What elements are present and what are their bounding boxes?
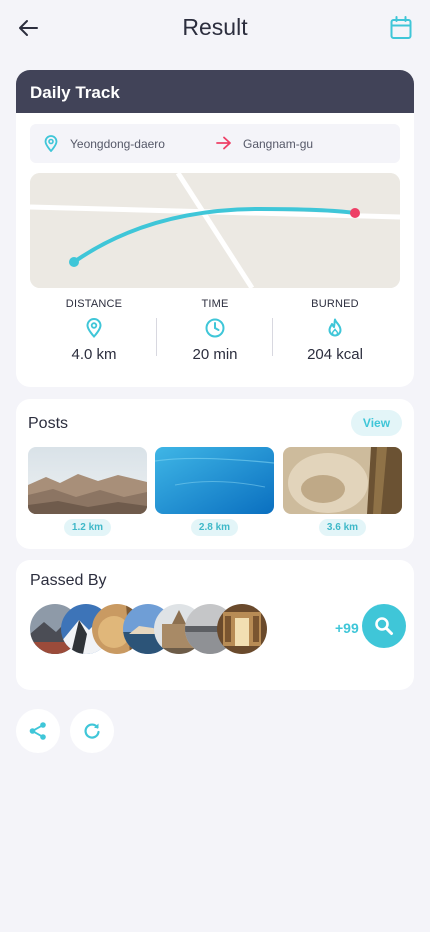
post-item[interactable]: 3.6 km [283, 447, 402, 536]
post-distance-badge: 1.2 km [64, 519, 111, 536]
posts-title: Posts [28, 415, 69, 432]
stat-burned-value: 204 kcal [307, 346, 363, 363]
flame-icon [324, 317, 346, 339]
route-summary: Yeongdong-daero Gangnam-gu [30, 124, 400, 163]
stat-time-value: 20 min [192, 346, 238, 363]
arrow-right-icon [216, 136, 232, 155]
route-end: Gangnam-gu [243, 137, 314, 151]
search-icon [375, 617, 393, 635]
post-distance-badge: 2.8 km [191, 519, 238, 536]
route-start: Yeongdong-daero [70, 137, 165, 151]
share-icon [29, 722, 46, 740]
stat-time-label: TIME [201, 298, 229, 310]
view-posts-button[interactable]: View [351, 410, 402, 436]
stat-distance: DISTANCE 4.0 km [36, 298, 152, 363]
page-title: Result [182, 14, 248, 40]
more-count: +99 [335, 620, 359, 636]
post-item[interactable]: 2.8 km [155, 447, 274, 536]
location-pin-icon [44, 135, 58, 157]
divider [272, 318, 273, 356]
daily-track-card: Daily Track Yeongdong-daero Gangnam-gu D… [16, 70, 414, 387]
clock-icon [204, 317, 226, 339]
search-button[interactable] [362, 604, 406, 648]
route-start-marker [69, 257, 79, 267]
route-map[interactable] [30, 173, 400, 288]
track-stats: DISTANCE 4.0 km TIME 20 min BURNED 204 k… [16, 298, 414, 378]
post-item[interactable]: 1.2 km [28, 447, 147, 536]
posts-card: Posts View 1.2 km 2.8 km 3.6 km [16, 399, 414, 549]
stat-distance-label: DISTANCE [65, 298, 123, 310]
post-thumbnail[interactable] [155, 447, 274, 514]
refresh-button[interactable] [70, 709, 114, 753]
stat-time: TIME 20 min [157, 298, 273, 363]
refresh-icon [84, 723, 100, 739]
avatar[interactable] [217, 604, 267, 654]
daily-track-title: Daily Track [16, 70, 414, 113]
route-end-marker [350, 208, 360, 218]
passed-by-card: Passed By +99 [16, 560, 414, 690]
post-distance-badge: 3.6 km [319, 519, 366, 536]
top-bar: Result [0, 0, 430, 56]
passed-by-title: Passed By [30, 572, 107, 589]
stat-burned: BURNED 204 kcal [277, 298, 393, 363]
location-pin-icon [83, 317, 105, 339]
share-button[interactable] [16, 709, 60, 753]
stat-distance-value: 4.0 km [71, 346, 117, 363]
post-thumbnail[interactable] [28, 447, 147, 514]
calendar-button[interactable] [388, 14, 414, 42]
calendar-icon [390, 16, 412, 39]
stat-burned-label: BURNED [311, 298, 359, 310]
post-thumbnail[interactable] [283, 447, 402, 514]
